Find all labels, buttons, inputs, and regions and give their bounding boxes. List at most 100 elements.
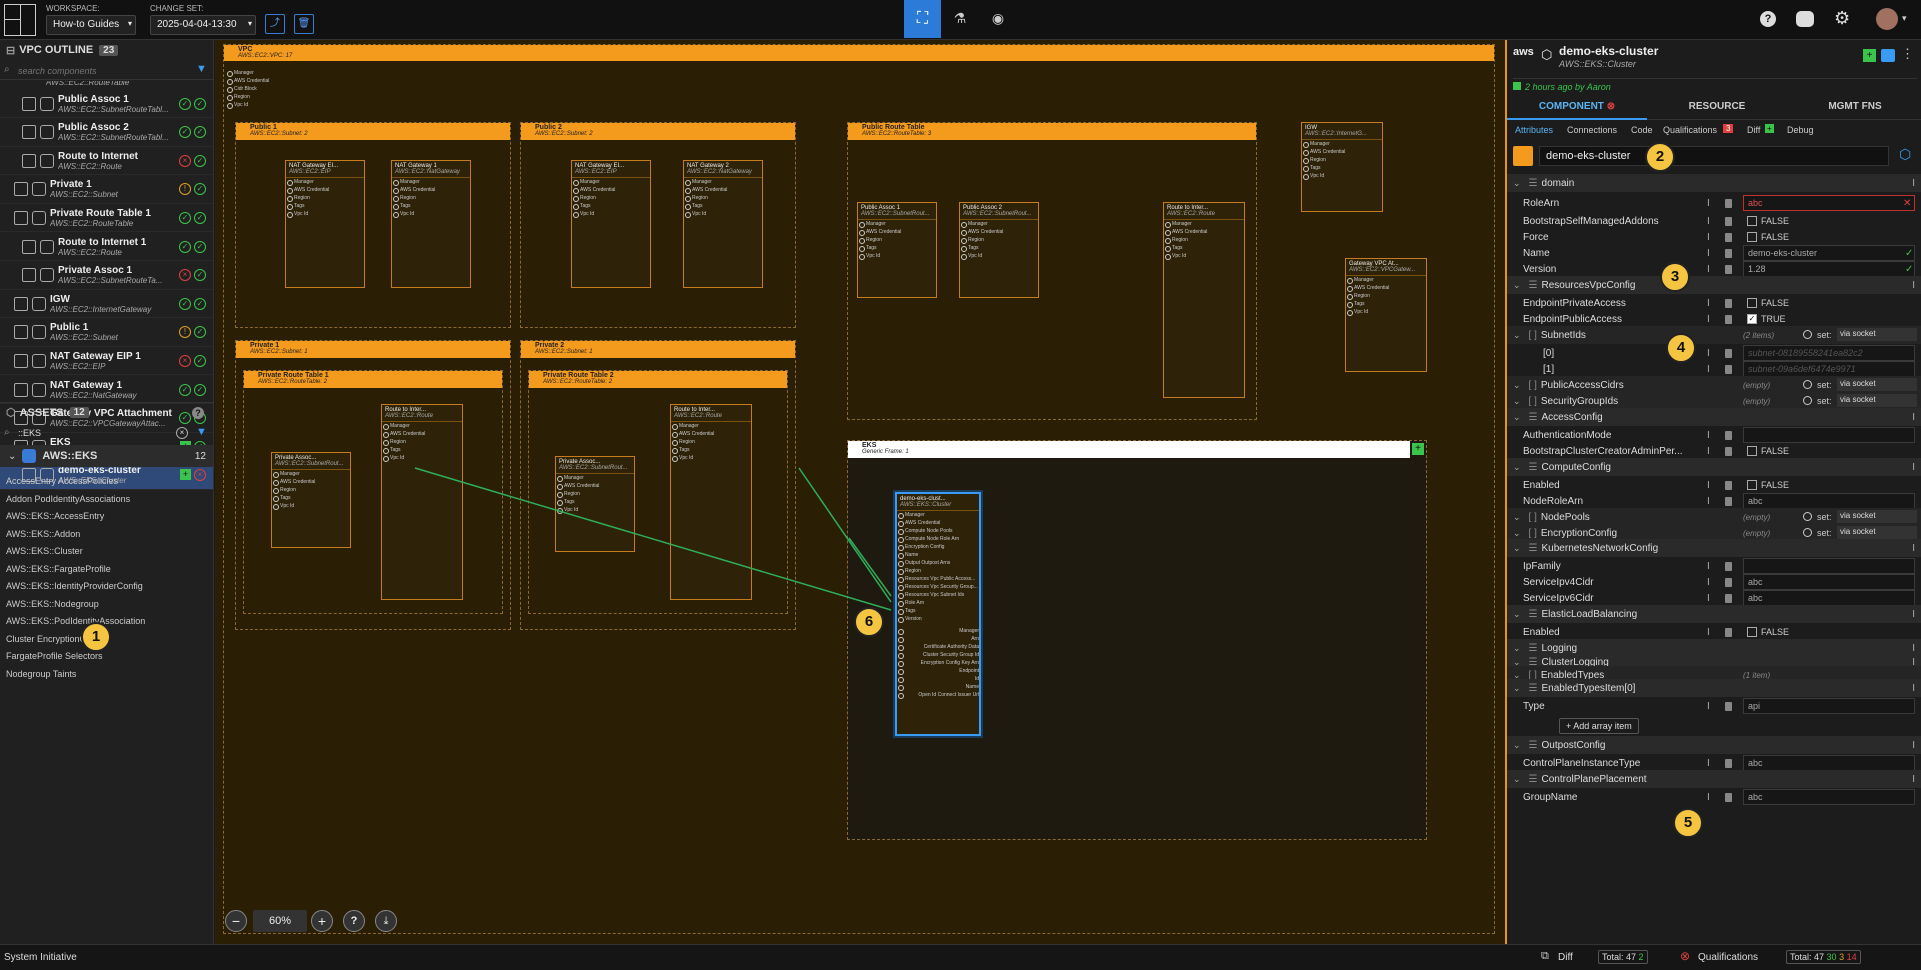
prop-input[interactable]: api	[1743, 698, 1915, 714]
prop-input[interactable]: abc	[1743, 493, 1915, 509]
socket[interactable]: Region	[572, 194, 650, 202]
socket[interactable]: Vpc Id	[684, 210, 762, 218]
collapse-icon[interactable]: ⊟	[6, 44, 15, 57]
document-icon[interactable]	[1725, 364, 1732, 374]
socket[interactable]: Vpc Id	[960, 252, 1038, 260]
socket[interactable]: Resources Vpc Security Group...	[897, 583, 979, 591]
outline-item[interactable]: Route to Internet AWS::EC2::Route × ✓	[0, 147, 213, 176]
socket[interactable]: AWS Credential	[556, 482, 634, 490]
socket[interactable]: Id	[897, 675, 979, 683]
socket[interactable]: AWS Credential	[684, 186, 762, 194]
socket[interactable]: Encryption Config	[897, 543, 979, 551]
prop-value[interactable]: FALSE	[1747, 298, 1789, 309]
document-icon[interactable]	[1725, 627, 1732, 637]
outline-item[interactable]: Private Route Table 1 AWS::EC2::RouteTabl…	[0, 204, 213, 233]
frame-header[interactable]: Public 2 AWS::EC2::Subnet: 2	[521, 123, 795, 140]
filter-icon[interactable]: ▼	[196, 63, 207, 75]
ibeam-icon[interactable]: I	[1707, 264, 1710, 275]
ibeam-icon[interactable]: I	[1707, 232, 1710, 243]
ibeam-icon[interactable]: I	[1707, 198, 1710, 209]
ibeam-icon[interactable]: I	[1912, 774, 1915, 785]
workspace-select[interactable]: How-to Guides ▾	[46, 15, 136, 35]
socket[interactable]: Manager	[1164, 220, 1244, 228]
status-qualifications[interactable]: Qualifications	[1698, 952, 1758, 963]
socket[interactable]: Manager	[858, 220, 936, 228]
asset-item[interactable]: AWS::EKS::IdentityProviderConfig	[6, 581, 143, 591]
frame-header[interactable]: Private Route Table 1 AWS::EC2::RouteTabl…	[244, 371, 502, 388]
ibeam-icon[interactable]: I	[1707, 701, 1710, 712]
socket[interactable]: Region	[382, 438, 462, 446]
socket[interactable]: Region	[671, 438, 751, 446]
asset-category[interactable]: ⌄ AWS::EKS 12	[0, 445, 213, 467]
socket[interactable]: Name	[897, 683, 979, 691]
prop-section[interactable]: ⌄ ☰ KubernetesNetworkConfig I	[1507, 539, 1921, 557]
socket[interactable]: AWS Credential	[286, 186, 364, 194]
prop-input[interactable]: abc	[1743, 195, 1915, 211]
socket[interactable]: Manager	[671, 422, 751, 430]
outline-item[interactable]: Private 1 AWS::EC2::Subnet ! ✓	[0, 176, 213, 204]
add-icon[interactable]: +	[1412, 443, 1424, 455]
checkbox[interactable]	[1747, 627, 1757, 638]
socket[interactable]: Tags	[556, 498, 634, 506]
outline-item[interactable]: Private Assoc 1 AWS::EC2::SubnetRouteTa..…	[0, 262, 213, 290]
flask-icon[interactable]: ⚗	[950, 10, 970, 30]
asset-item[interactable]: AWS::EKS::AccessEntry	[6, 511, 104, 521]
clear-icon[interactable]: ×	[176, 427, 188, 439]
ibeam-icon[interactable]: I	[1707, 216, 1710, 227]
socket[interactable]: Manager	[272, 470, 350, 478]
gear-icon[interactable]: ⚙	[1834, 8, 1850, 29]
checkbox[interactable]	[1747, 232, 1757, 243]
document-icon[interactable]	[1725, 216, 1732, 226]
nat-eip-1-node[interactable]: NAT Gateway EI... AWS::EC2::EIP Manager AWS…	[285, 160, 365, 288]
socket[interactable]: Manager	[556, 474, 634, 482]
checkbox[interactable]	[1747, 480, 1757, 491]
socket[interactable]: AWS Credential	[1346, 284, 1426, 292]
socket[interactable]: Region	[858, 236, 936, 244]
socket[interactable]: Region	[286, 194, 364, 202]
socket-select[interactable]: via socket	[1837, 394, 1917, 407]
prop-section[interactable]: ⌄ ☰ OutpostConfig I	[1507, 736, 1921, 754]
socket[interactable]: Tags	[286, 202, 364, 210]
socket[interactable]: AWS Credential	[671, 430, 751, 438]
socket[interactable]: Region	[1302, 156, 1382, 164]
private-assoc-2-node[interactable]: Private Assoc... AWS::EC2::SubnetRout... M…	[555, 456, 635, 552]
prop-section[interactable]: ⌄ ☰ ResourcesVpcConfig I	[1507, 276, 1921, 294]
nat-gw-1-node[interactable]: NAT Gateway 1 AWS::EC2::NatGateway Manager…	[391, 160, 471, 288]
socket-dot[interactable]	[1803, 396, 1812, 405]
asset-item[interactable]: Addon PodIdentityAssociations	[6, 494, 130, 504]
ibeam-icon[interactable]: I	[1707, 593, 1710, 604]
socket-dot[interactable]	[1803, 380, 1812, 389]
socket[interactable]: Tags	[572, 202, 650, 210]
checkbox[interactable]	[1747, 216, 1757, 227]
outline-item[interactable]: Public Assoc 1 AWS::EC2::SubnetRouteTabl.…	[0, 90, 213, 118]
socket[interactable]: Arn	[897, 635, 979, 643]
prop-input[interactable]: abc	[1743, 755, 1915, 771]
filter-icon[interactable]: ▼	[196, 426, 207, 438]
socket[interactable]: Vpc Id	[272, 502, 350, 510]
outline-search[interactable]: ⌕ ▼	[0, 62, 213, 80]
changeset-select[interactable]: 2025-04-04-13:30 ▾	[150, 15, 256, 35]
route-to-internet-2-node[interactable]: Route to Inter... AWS::EC2::Route Manager A…	[670, 404, 752, 600]
help-icon[interactable]: ?	[1760, 11, 1776, 27]
chevron-down-icon[interactable]: ▾	[1902, 13, 1907, 24]
document-icon[interactable]	[1725, 792, 1732, 802]
assets-search[interactable]: ⌕ ::EKS × ▼	[0, 425, 213, 443]
asset-item[interactable]: AWS::EKS::Addon	[6, 529, 80, 539]
frame-header[interactable]: Private Route Table 2 AWS::EC2::RouteTabl…	[529, 371, 787, 388]
document-icon[interactable]	[1725, 577, 1732, 587]
ibeam-icon[interactable]: I	[1707, 298, 1710, 309]
socket[interactable]: Endpoint	[897, 667, 979, 675]
prop-value[interactable]: FALSE	[1747, 232, 1789, 243]
socket[interactable]: Compute Node Pools	[897, 527, 979, 535]
ibeam-icon[interactable]: I	[1707, 577, 1710, 588]
asset-item[interactable]: Nodegroup Taints	[6, 669, 76, 679]
socket[interactable]: Region	[1346, 292, 1426, 300]
outline-item[interactable]: Route to Internet 1 AWS::EC2::Route ✓ ✓	[0, 233, 213, 261]
book-icon[interactable]	[1881, 49, 1895, 62]
socket[interactable]: Version	[897, 615, 979, 623]
asset-item[interactable]: FargateProfile Selectors	[6, 651, 103, 661]
route-to-internet-1-node[interactable]: Route to Inter... AWS::EC2::Route Manager A…	[381, 404, 463, 600]
outline-item[interactable]: NAT Gateway EIP 1 AWS::EC2::EIP × ✓	[0, 347, 213, 376]
socket[interactable]: AWS Credential	[960, 228, 1038, 236]
discord-icon[interactable]	[1796, 11, 1814, 27]
